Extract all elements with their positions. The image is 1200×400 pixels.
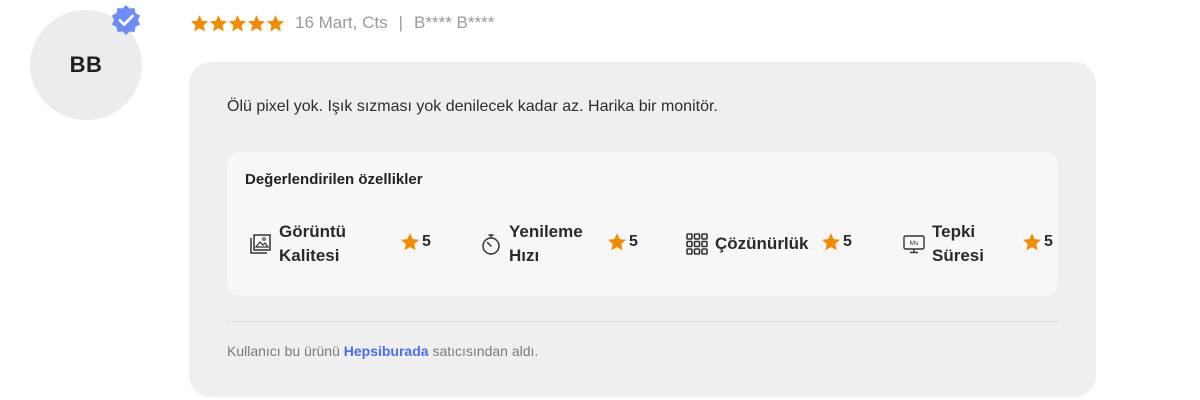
review-card: Ölü pixel yok. Işık sızması yok denilece… <box>189 62 1096 397</box>
feature-rating: 5 <box>607 232 638 252</box>
review-date: 16 Mart, Cts <box>295 13 388 32</box>
star-icon <box>228 14 247 31</box>
card-divider <box>227 321 1058 322</box>
review-meta: 16 Mart, Cts | B**** B**** <box>190 10 494 36</box>
feature-rating-value: 5 <box>1044 233 1053 250</box>
stopwatch-icon <box>482 234 500 255</box>
meta-separator: | <box>398 13 404 32</box>
purchase-suffix: satıcısından aldı. <box>428 343 539 359</box>
star-icon <box>266 14 285 31</box>
feature-response-time: Ms Tepki Süresi <box>902 214 984 274</box>
feature-image-quality: Görüntü Kalitesi <box>249 214 346 274</box>
star-icon <box>209 14 228 31</box>
verified-badge-icon <box>112 5 140 35</box>
feature-rating-value: 5 <box>422 233 431 250</box>
feature-label-line1: Yenileme <box>509 222 583 241</box>
star-icon <box>190 14 209 31</box>
feature-refresh-rate: Yenileme Hızı <box>479 214 583 274</box>
rating-stars <box>190 14 285 33</box>
avatar-initials: BB <box>69 52 103 77</box>
purchase-info: Kullanıcı bu ürünü Hepsiburada satıcısın… <box>227 343 538 359</box>
star-icon <box>247 14 266 31</box>
star-icon <box>608 233 626 251</box>
rated-features-panel: Değerlendirilen özellikler Görüntü Kalit… <box>227 152 1058 296</box>
star-icon <box>401 233 419 251</box>
feature-resolution: Çözünürlük <box>685 214 809 274</box>
star-icon <box>822 233 840 251</box>
feature-rating: 5 <box>821 232 852 252</box>
feature-label-line2: Hızı <box>509 246 540 265</box>
image-icon <box>250 234 271 254</box>
feature-rating: 5 <box>400 232 431 252</box>
review-author: B**** B**** <box>414 13 495 32</box>
review-comment: Ölü pixel yok. Işık sızması yok denilece… <box>227 98 718 115</box>
seller-link[interactable]: Hepsiburada <box>344 343 429 359</box>
feature-rating-value: 5 <box>843 233 852 250</box>
star-icon <box>1023 233 1041 251</box>
feature-label-line1: Çözünürlük <box>715 234 809 253</box>
grid-icon <box>686 233 708 255</box>
feature-label-line2: Kalitesi <box>279 246 340 265</box>
feature-rating-value: 5 <box>629 233 638 250</box>
feature-rating: 5 <box>1022 232 1053 252</box>
svg-text:Ms: Ms <box>910 240 919 247</box>
rated-features-title: Değerlendirilen özellikler <box>245 171 423 188</box>
feature-label-line1: Görüntü <box>279 222 347 241</box>
feature-label-line2: Süresi <box>932 246 984 265</box>
purchase-prefix: Kullanıcı bu ürünü <box>227 343 344 359</box>
monitor-ms-icon: Ms <box>903 235 925 254</box>
feature-label-line1: Tepki <box>932 222 976 241</box>
